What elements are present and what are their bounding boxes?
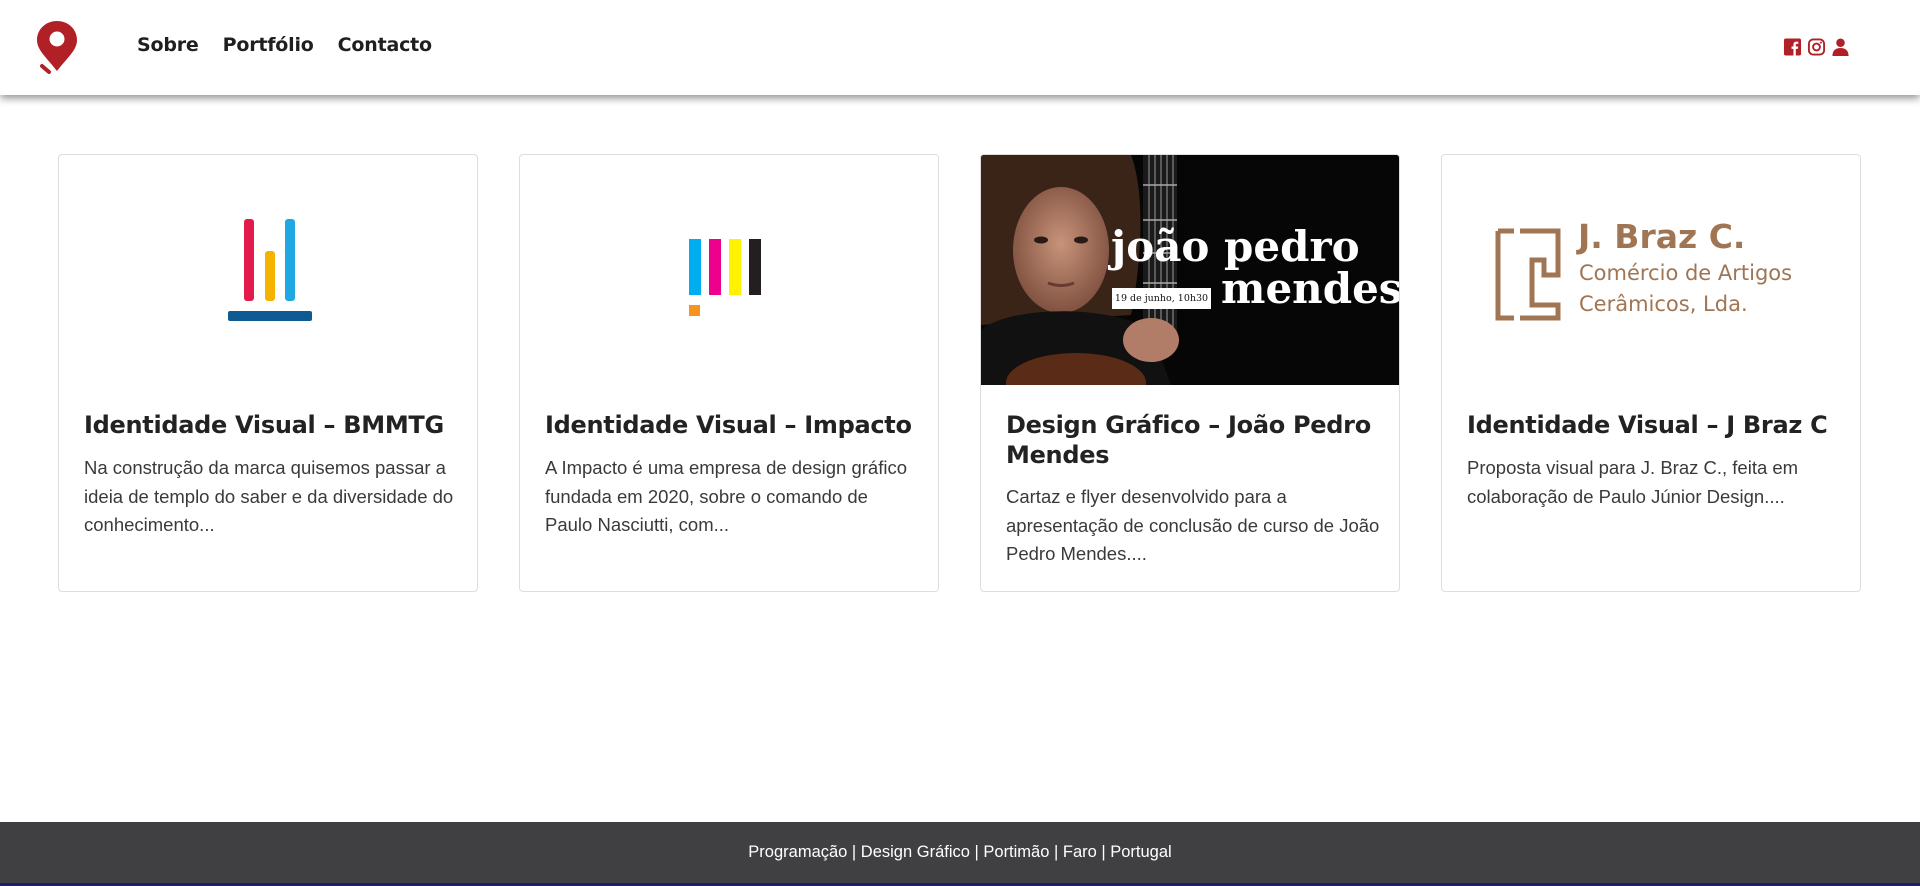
card-description: A Impacto é uma empresa de design gráfic…	[545, 457, 907, 535]
j-braz-c-logo-line1: Comércio de Artigos	[1579, 261, 1793, 285]
poster-date: 19 de junho, 10h30	[1114, 293, 1209, 304]
nav-link-portfolio[interactable]: Portfólio	[223, 34, 314, 56]
card-image: joão pedro mendes 19 de junho, 10h30	[981, 155, 1400, 385]
facebook-icon[interactable]	[1783, 37, 1802, 57]
card-title[interactable]: Identidade Visual – J Braz C	[1467, 410, 1837, 440]
navbar: Sobre Portfólio Contacto	[0, 0, 1920, 95]
footer: Programação | Design Gráfico | Portimão …	[0, 822, 1920, 886]
card-image	[520, 155, 938, 385]
poster-name-line2: mendes	[1221, 264, 1400, 313]
portfolio-card-bmmtg[interactable]: Identidade Visual – BMMTG Na construção …	[58, 154, 478, 592]
main-nav: Sobre Portfólio Contacto	[137, 34, 432, 56]
bmmtg-logo	[228, 219, 312, 321]
nav-link-contacto[interactable]: Contacto	[338, 34, 432, 56]
portfolio-card-joao-pedro-mendes[interactable]: joão pedro mendes 19 de junho, 10h30 Des…	[980, 154, 1400, 592]
card-title[interactable]: Design Gráfico – João Pedro Mendes	[1006, 410, 1376, 470]
card-description: Na construção da marca quisemos passar a…	[84, 457, 454, 535]
card-image	[59, 155, 477, 385]
card-title[interactable]: Identidade Visual – Impacto	[545, 410, 915, 440]
portfolio-card-j-braz-c[interactable]: J. Braz C. Comércio de Artigos Cerâmicos…	[1441, 154, 1861, 592]
footer-text: Programação | Design Gráfico | Portimão …	[748, 843, 1172, 861]
nav-link-sobre[interactable]: Sobre	[137, 34, 199, 56]
poster-name-line1: joão pedro	[1111, 222, 1360, 271]
j-braz-c-logo-line2: Cerâmicos, Lda.	[1579, 292, 1748, 316]
map-pin-logo-icon	[37, 21, 77, 74]
j-braz-c-logo-name: J. Braz C.	[1578, 217, 1746, 256]
card-image: J. Braz C. Comércio de Artigos Cerâmicos…	[1442, 155, 1860, 385]
user-icon[interactable]	[1831, 37, 1850, 57]
instagram-icon[interactable]	[1807, 37, 1826, 57]
portfolio-card-impacto[interactable]: Identidade Visual – Impacto A Impacto é …	[519, 154, 939, 592]
card-description: Cartaz e flyer desenvolvido para a apres…	[1006, 486, 1380, 564]
impacto-logo	[689, 239, 761, 316]
social-links	[1783, 37, 1850, 57]
card-description: Proposta visual para J. Braz C., feita e…	[1467, 457, 1799, 507]
card-title[interactable]: Identidade Visual – BMMTG	[84, 410, 454, 440]
